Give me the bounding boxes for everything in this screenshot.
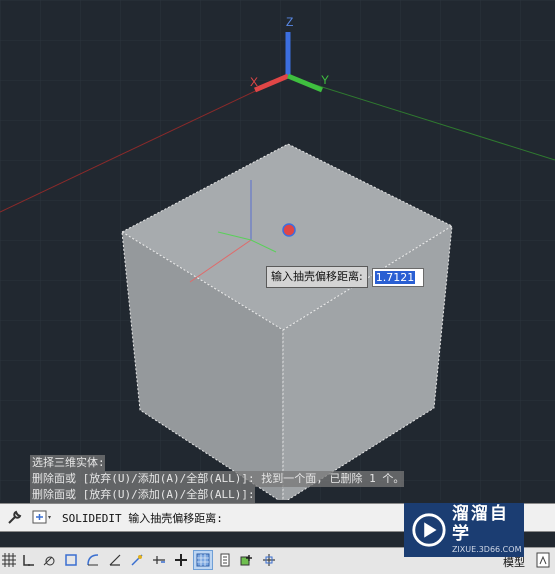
polar-icon[interactable] — [84, 551, 102, 569]
watermark-url: ZIXUE.3D66.COM — [451, 545, 522, 554]
snap-icon[interactable] — [20, 551, 38, 569]
lineweight-icon[interactable] — [216, 551, 234, 569]
watermark-name: 溜溜自学 — [451, 504, 509, 544]
drawing-viewport[interactable]: Z Y X 输入抽壳偏移距离: 1.7121 — [0, 0, 555, 500]
infer-icon[interactable] — [40, 551, 58, 569]
cursor-marker-icon — [282, 223, 296, 237]
command-history: 选择三维实体: 删除面或 [放弃(U)/添加(A)/全部(ALL)]: 找到一个… — [30, 455, 460, 503]
transparency-icon[interactable] — [238, 551, 256, 569]
otrack-icon[interactable] — [150, 551, 168, 569]
y-axis-label: Y — [321, 73, 329, 87]
dynamic-input-prompt: 输入抽壳偏移距离: — [266, 266, 368, 288]
selection-cycling-icon[interactable] — [260, 551, 278, 569]
model-space-icon[interactable] — [536, 552, 550, 568]
command-input[interactable]: SOLIDEDIT 输入抽壳偏移距离: — [62, 510, 223, 526]
x-axis-label: X — [250, 75, 258, 89]
recent-commands-icon[interactable] — [32, 509, 54, 526]
history-line: 删除面或 [放弃(U)/添加(A)/全部(ALL)]: 找到一个面, 已删除 1… — [30, 471, 405, 487]
watermark: 溜溜自学 ZIXUE.3D66.COM — [404, 503, 524, 557]
ucs-icon[interactable] — [172, 551, 190, 569]
z-axis-label: Z — [286, 15, 293, 29]
ortho-icon[interactable] — [62, 551, 80, 569]
grid-icon[interactable] — [0, 551, 18, 569]
viewport-canvas[interactable]: Z Y X — [0, 0, 555, 500]
history-line: 选择三维实体: — [30, 455, 105, 471]
wrench-icon[interactable] — [6, 509, 23, 526]
osnap-icon[interactable] — [106, 551, 124, 569]
dynamic-input-value[interactable]: 1.7121 — [374, 270, 416, 284]
watermark-logo-icon — [412, 513, 446, 547]
3d-osnap-icon[interactable] — [128, 551, 146, 569]
dynamic-input-tooltip: 输入抽壳偏移距离: 1.7121 — [266, 266, 424, 288]
history-line: 删除面或 [放弃(U)/添加(A)/全部(ALL)]: — [30, 487, 255, 503]
dynamic-input-field[interactable]: 1.7121 — [371, 267, 424, 287]
dyn-input-icon[interactable] — [193, 550, 213, 570]
